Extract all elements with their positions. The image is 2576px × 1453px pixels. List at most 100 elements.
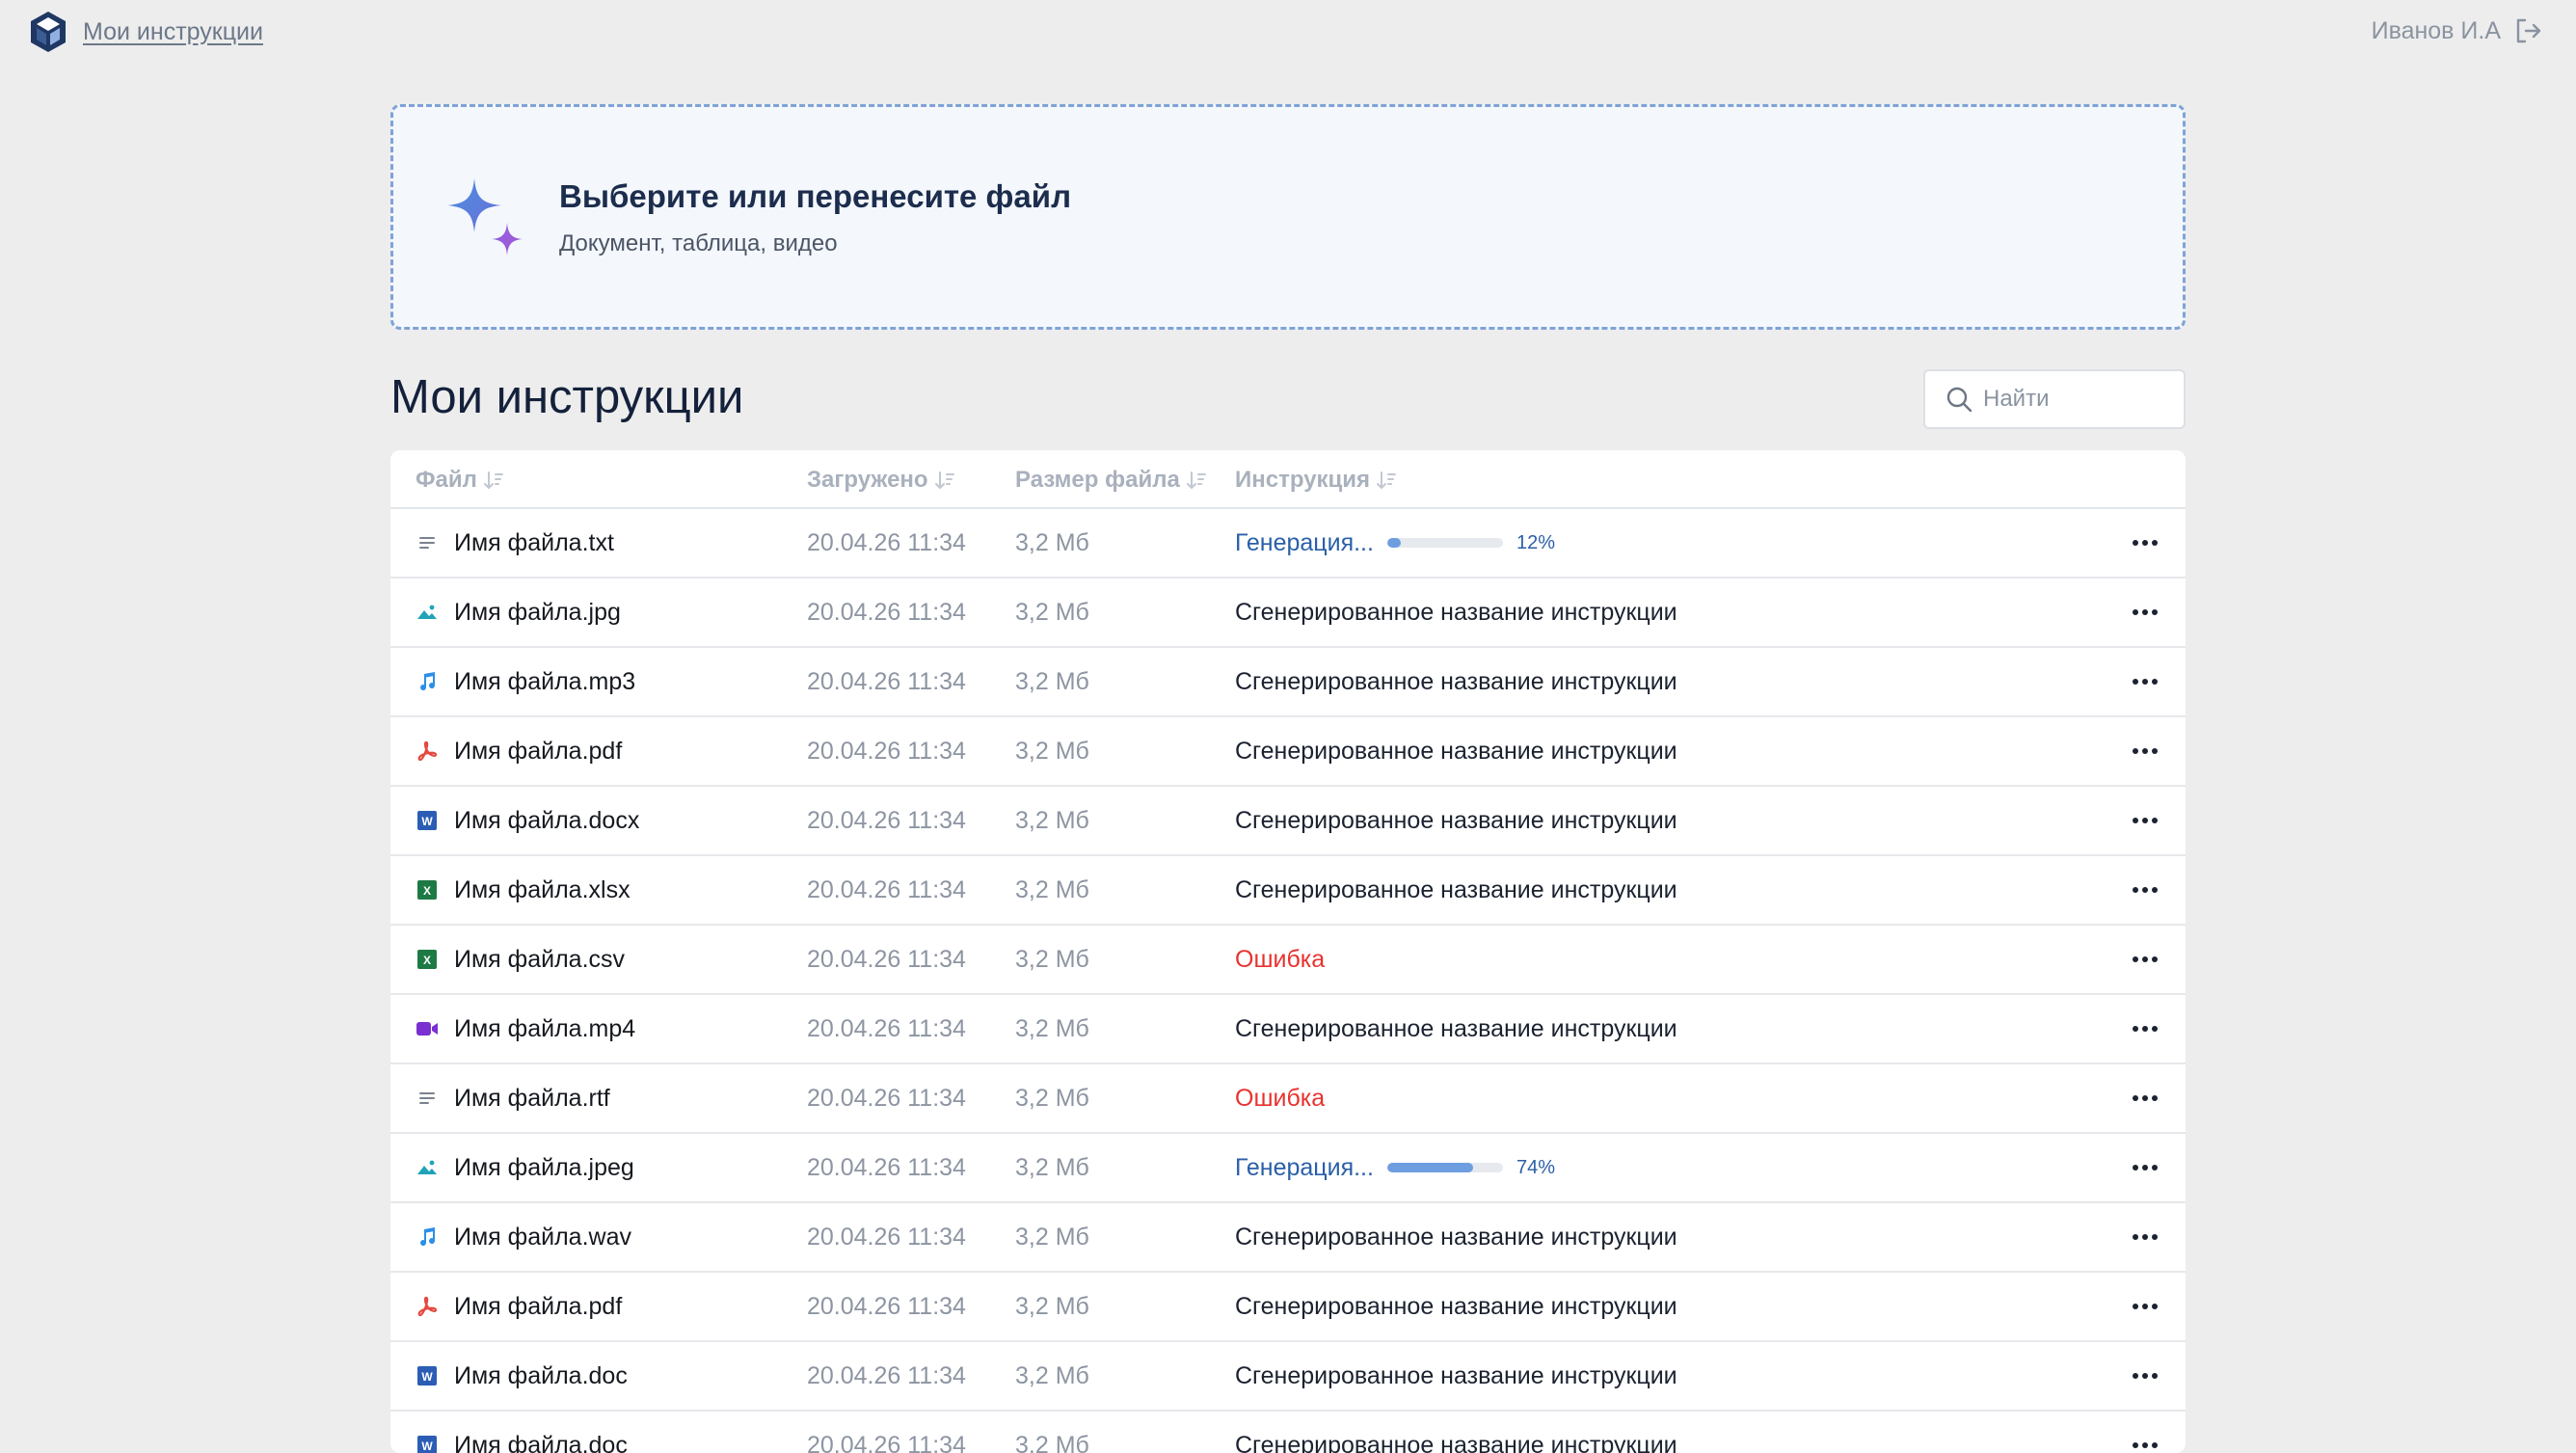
column-label: Размер файла [1015, 467, 1180, 494]
table-row[interactable]: W Имя файла.doc 20.04.26 11:34 3,2 Мб Сг… [390, 1342, 2186, 1412]
file-drop-zone[interactable]: Выберите или перенесите файл Документ, т… [390, 104, 2186, 330]
upload-date: 20.04.26 11:34 [807, 579, 966, 646]
sparkle-icon [443, 175, 530, 271]
file-name: Имя файла.jpg [454, 599, 621, 627]
instruction-title[interactable]: Сгенерированное название инструкции [1235, 995, 1677, 1063]
more-actions-button[interactable] [2132, 926, 2159, 993]
file-name: Имя файла.docx [454, 807, 639, 835]
more-actions-button[interactable] [2132, 1134, 2159, 1201]
table-row[interactable]: Имя файла.mp3 20.04.26 11:34 3,2 Мб Сген… [390, 648, 2186, 717]
file-cell[interactable]: Имя файла.rtf [416, 1064, 610, 1132]
more-icon [2132, 1441, 2159, 1449]
instruction-title[interactable]: Сгенерированное название инструкции [1235, 648, 1677, 715]
file-name: Имя файла.rtf [454, 1085, 610, 1113]
upload-date: 20.04.26 11:34 [807, 1273, 966, 1340]
more-actions-button[interactable] [2132, 1412, 2159, 1453]
more-actions-button[interactable] [2132, 648, 2159, 715]
file-name: Имя файла.mp3 [454, 668, 635, 696]
instruction-title[interactable]: Сгенерированное название инструкции [1235, 1412, 1677, 1453]
table-row[interactable]: W Имя файла.docx 20.04.26 11:34 3,2 Мб С… [390, 787, 2186, 856]
file-cell[interactable]: Имя файла.mp3 [416, 648, 635, 715]
table-row[interactable]: Имя файла.jpg 20.04.26 11:34 3,2 Мб Сген… [390, 579, 2186, 648]
word-file-icon: W [416, 809, 439, 832]
more-icon [2132, 1094, 2159, 1102]
file-size: 3,2 Мб [1015, 1134, 1089, 1201]
file-cell[interactable]: W Имя файла.doc [416, 1342, 628, 1410]
file-size: 3,2 Мб [1015, 648, 1089, 715]
image-file-icon [416, 601, 439, 624]
search-box[interactable] [1923, 369, 2186, 429]
progress-bar [1387, 538, 1503, 548]
app-logo-icon[interactable] [27, 10, 69, 54]
instruction-error: Ошибка [1235, 1064, 1325, 1132]
upload-date: 20.04.26 11:34 [807, 856, 966, 924]
column-header-size[interactable]: Размер файла [1015, 467, 1207, 494]
file-size: 3,2 Мб [1015, 1064, 1089, 1132]
column-header-uploaded[interactable]: Загружено [807, 467, 955, 494]
logout-icon[interactable] [2512, 15, 2543, 46]
instruction-cell: Генерация... 74% [1235, 1134, 1555, 1201]
upload-date: 20.04.26 11:34 [807, 717, 966, 785]
instruction-title[interactable]: Сгенерированное название инструкции [1235, 787, 1677, 854]
instruction-error: Ошибка [1235, 926, 1325, 993]
file-cell[interactable]: Имя файла.jpeg [416, 1134, 634, 1201]
instruction-title[interactable]: Сгенерированное название инструкции [1235, 856, 1677, 924]
table-row[interactable]: Имя файла.txt 20.04.26 11:34 3,2 Мб Гене… [390, 509, 2186, 579]
instruction-title[interactable]: Сгенерированное название инструкции [1235, 1342, 1677, 1410]
more-icon [2132, 886, 2159, 894]
upload-date: 20.04.26 11:34 [807, 648, 966, 715]
file-cell[interactable]: Имя файла.jpg [416, 579, 621, 646]
more-actions-button[interactable] [2132, 1342, 2159, 1410]
more-actions-button[interactable] [2132, 1203, 2159, 1271]
text-file-icon [416, 1087, 439, 1110]
table-row[interactable]: Имя файла.jpeg 20.04.26 11:34 3,2 Мб Ген… [390, 1134, 2186, 1203]
table-row[interactable]: Имя файла.pdf 20.04.26 11:34 3,2 Мб Сген… [390, 717, 2186, 787]
file-cell[interactable]: Имя файла.txt [416, 509, 614, 577]
file-size: 3,2 Мб [1015, 856, 1089, 924]
file-cell[interactable]: Имя файла.pdf [416, 717, 622, 785]
more-actions-button[interactable] [2132, 856, 2159, 924]
column-header-file[interactable]: Файл [416, 467, 504, 494]
excel-file-icon: X [416, 878, 439, 901]
more-actions-button[interactable] [2132, 717, 2159, 785]
instruction-title[interactable]: Сгенерированное название инструкции [1235, 1273, 1677, 1340]
more-actions-button[interactable] [2132, 1064, 2159, 1132]
app-title-link[interactable]: Мои инструкции [83, 18, 263, 46]
file-cell[interactable]: W Имя файла.docx [416, 787, 639, 854]
table-row[interactable]: X Имя файла.csv 20.04.26 11:34 3,2 Мб Ош… [390, 926, 2186, 995]
instruction-cell: Генерация... 12% [1235, 509, 1555, 577]
table-row[interactable]: Имя файла.wav 20.04.26 11:34 3,2 Мб Сген… [390, 1203, 2186, 1273]
progress-percent: 74% [1516, 1157, 1555, 1179]
instruction-title[interactable]: Сгенерированное название инструкции [1235, 1203, 1677, 1271]
column-label: Инструкция [1235, 467, 1370, 494]
more-actions-button[interactable] [2132, 995, 2159, 1063]
table-row[interactable]: Имя файла.rtf 20.04.26 11:34 3,2 Мб Ошиб… [390, 1064, 2186, 1134]
instruction-title[interactable]: Сгенерированное название инструкции [1235, 579, 1677, 646]
svg-text:X: X [423, 884, 431, 898]
brand: Мои инструкции [27, 10, 263, 54]
file-cell[interactable]: W Имя файла.doc [416, 1412, 628, 1453]
file-size: 3,2 Мб [1015, 1342, 1089, 1410]
table-row[interactable]: W Имя файла.doc 20.04.26 11:34 3,2 Мб Сг… [390, 1412, 2186, 1453]
column-label: Файл [416, 467, 477, 494]
file-name: Имя файла.csv [454, 946, 625, 974]
file-cell[interactable]: X Имя файла.xlsx [416, 856, 631, 924]
file-cell[interactable]: Имя файла.wav [416, 1203, 631, 1271]
table-row[interactable]: X Имя файла.xlsx 20.04.26 11:34 3,2 Мб С… [390, 856, 2186, 926]
more-actions-button[interactable] [2132, 579, 2159, 646]
sort-icon [1376, 470, 1397, 491]
more-actions-button[interactable] [2132, 787, 2159, 854]
instruction-title[interactable]: Сгенерированное название инструкции [1235, 717, 1677, 785]
search-input[interactable] [1983, 386, 2176, 413]
column-header-instruction[interactable]: Инструкция [1235, 467, 1397, 494]
file-cell[interactable]: Имя файла.pdf [416, 1273, 622, 1340]
more-actions-button[interactable] [2132, 1273, 2159, 1340]
instructions-table: Файл Загружено Размер файла Инструкция И… [390, 450, 2186, 1453]
table-row[interactable]: Имя файла.mp4 20.04.26 11:34 3,2 Мб Сген… [390, 995, 2186, 1064]
file-cell[interactable]: X Имя файла.csv [416, 926, 625, 993]
more-actions-button[interactable] [2132, 509, 2159, 577]
upload-date: 20.04.26 11:34 [807, 995, 966, 1063]
table-row[interactable]: Имя файла.pdf 20.04.26 11:34 3,2 Мб Сген… [390, 1273, 2186, 1342]
page-title: Мои инструкции [390, 370, 743, 424]
file-cell[interactable]: Имя файла.mp4 [416, 995, 635, 1063]
